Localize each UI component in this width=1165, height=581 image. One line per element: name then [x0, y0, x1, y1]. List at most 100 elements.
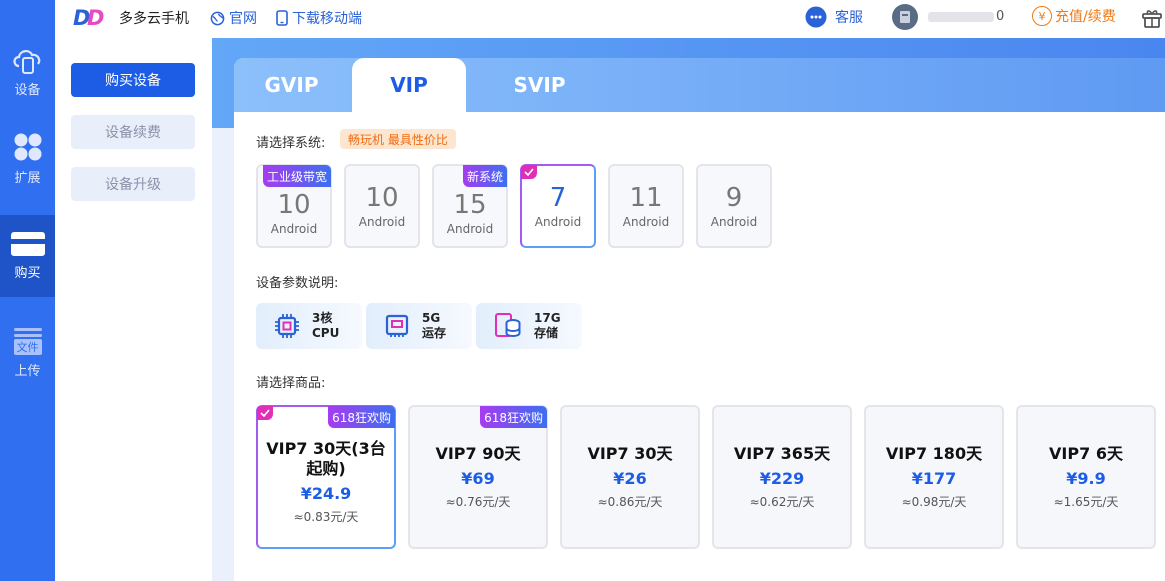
rail-item-devices[interactable]: 设备 — [0, 30, 55, 112]
product-card-selected[interactable]: 618狂欢购 VIP7 30天(3台起购) ¥24.9 ≈0.83元/天 — [256, 405, 396, 549]
account-id: 0 — [928, 9, 1004, 24]
system-version: 10 — [277, 190, 311, 220]
memory-icon — [385, 314, 409, 337]
file-badge: 文件 — [13, 338, 42, 355]
purchase-submenu: 购买设备 设备续费 设备升级 — [55, 34, 212, 581]
account-suffix: 0 — [996, 9, 1005, 24]
product-name: VIP7 180天 — [885, 444, 983, 463]
param-value: 5G — [422, 311, 441, 325]
brand-name: 多多云手机 — [119, 11, 189, 27]
svg-text:D: D — [87, 6, 104, 28]
rail-item-extensions[interactable]: 扩展 — [0, 118, 55, 200]
system-version: 7 — [549, 183, 567, 213]
download-mobile-label: 下载移动端 — [292, 11, 362, 27]
system-os: Android — [358, 215, 406, 229]
storage-icon — [495, 313, 521, 337]
system-label: 请选择系统: — [256, 136, 326, 151]
param-name: 运存 — [422, 326, 447, 340]
param-memory: 5G 运存 — [366, 303, 472, 349]
logo-icon: D D — [73, 6, 104, 28]
product-daily-price: ≈0.76元/天 — [445, 495, 511, 509]
system-os: Android — [622, 215, 670, 229]
cpu-icon — [275, 314, 299, 338]
product-name: VIP7 30天 — [587, 444, 673, 463]
system-os: Android — [270, 222, 318, 236]
check-icon — [257, 406, 273, 420]
badge: 618狂欢购 — [480, 406, 547, 428]
param-value: 3核 — [312, 311, 333, 325]
upgrade-device-button[interactable]: 设备升级 — [71, 167, 195, 201]
system-version: 15 — [453, 190, 487, 220]
system-os: Android — [710, 215, 758, 229]
system-option[interactable]: 11 Android — [608, 164, 684, 248]
product-daily-price: ≈1.65元/天 — [1053, 495, 1119, 509]
param-cpu: 3核 CPU — [256, 303, 362, 349]
upload-file-icon: 文件 — [13, 327, 42, 355]
system-option[interactable]: 新系统 15 Android — [432, 164, 508, 248]
product-daily-price: ≈0.98元/天 — [901, 495, 967, 509]
param-storage: 17G 存储 — [476, 303, 582, 349]
param-name: CPU — [312, 326, 340, 340]
rail-item-purchase[interactable]: 购买 — [0, 215, 55, 297]
purchase-card: GVIP VIP SVIP 请选择系统: 畅玩机 最具性价比 工业级带宽 10 … — [234, 58, 1165, 581]
product-name: VIP7 30天(3台起购) — [266, 439, 386, 478]
gift-box-icon[interactable] — [1141, 7, 1163, 29]
product-name: VIP7 365天 — [733, 444, 831, 463]
product-price: ¥69 — [461, 469, 495, 488]
renew-device-button[interactable]: 设备续费 — [71, 115, 195, 149]
recharge-button[interactable]: ¥ 充值/续费 — [1032, 6, 1116, 26]
system-option[interactable]: 工业级带宽 10 Android — [256, 164, 332, 248]
top-header: D D 多多云手机 官网 下载移动端 客服 0 ¥ 充值/续费 — [55, 0, 1165, 34]
product-card[interactable]: VIP7 365天 ¥229 ≈0.62元/天 — [712, 405, 852, 549]
product-daily-price: ≈0.83元/天 — [293, 510, 359, 524]
product-card[interactable]: VIP7 180天 ¥177 ≈0.98元/天 — [864, 405, 1004, 549]
badge: 新系统 — [462, 165, 507, 187]
param-name: 存储 — [534, 326, 559, 340]
tab-vip[interactable]: VIP — [352, 58, 466, 112]
masked-account — [928, 11, 994, 22]
product-daily-price: ≈0.86元/天 — [597, 495, 663, 509]
rail-item-label: 扩展 — [14, 171, 41, 186]
buy-device-button[interactable]: 购买设备 — [71, 63, 195, 97]
product-card[interactable]: 618狂欢购 VIP7 90天 ¥69 ≈0.76元/天 — [408, 405, 548, 549]
official-site-label: 官网 — [229, 11, 257, 27]
avatar[interactable] — [892, 4, 918, 30]
tab-gvip[interactable]: GVIP — [234, 58, 349, 112]
product-price: ¥229 — [759, 469, 805, 488]
coin-icon: ¥ — [1032, 6, 1052, 26]
param-value: 17G — [534, 311, 561, 325]
download-mobile-link[interactable]: 下载移动端 — [276, 8, 362, 28]
tab-svip[interactable]: SVIP — [482, 58, 597, 112]
badge: 工业级带宽 — [262, 165, 331, 187]
rail-item-label: 上传 — [14, 363, 41, 379]
product-price: ¥9.9 — [1066, 469, 1106, 488]
official-site-link[interactable]: 官网 — [210, 8, 257, 28]
product-price: ¥26 — [613, 469, 647, 488]
user-avatar-icon — [900, 11, 910, 23]
customer-service-button[interactable]: 客服 — [803, 5, 863, 29]
product-name: VIP7 6天 — [1049, 444, 1123, 463]
system-option-selected[interactable]: 7 Android — [520, 164, 596, 248]
system-os: Android — [534, 215, 582, 229]
system-option[interactable]: 9 Android — [696, 164, 772, 248]
cloud-phone-icon — [12, 50, 40, 74]
product-name: VIP7 90天 — [435, 444, 521, 463]
rail-item-upload[interactable]: 文件 上传 — [0, 312, 55, 394]
badge: 618狂欢购 — [328, 406, 395, 428]
check-icon — [521, 165, 537, 179]
extension-grid-icon — [14, 133, 41, 161]
product-card[interactable]: VIP7 30天 ¥26 ≈0.86元/天 — [560, 405, 700, 549]
left-rail: 设备 扩展 购买 文件 上传 — [0, 0, 55, 581]
customer-service-label: 客服 — [835, 10, 863, 26]
tier-tabs: GVIP VIP SVIP — [234, 58, 1165, 112]
system-os: Android — [446, 222, 494, 236]
product-price: ¥177 — [911, 469, 957, 488]
rail-item-label: 设备 — [14, 83, 41, 98]
system-version: 9 — [725, 183, 743, 213]
system-option[interactable]: 10 Android — [344, 164, 420, 248]
product-price: ¥24.9 — [300, 484, 352, 503]
globe-icon — [210, 11, 225, 25]
product-card[interactable]: VIP7 6天 ¥9.9 ≈1.65元/天 — [1016, 405, 1156, 549]
system-version: 10 — [365, 183, 399, 213]
params-label: 设备参数说明: — [256, 276, 339, 291]
